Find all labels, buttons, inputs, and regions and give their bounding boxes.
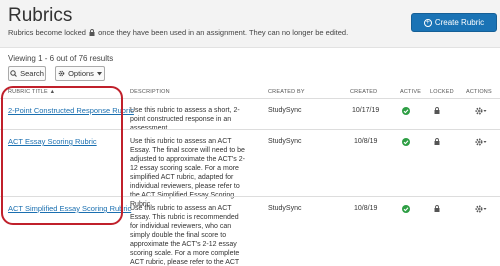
column-header-active: ACTIVE: [400, 89, 422, 95]
rubric-created-by: StudySync: [268, 205, 302, 212]
table-row: ACT Essay Scoring Rubric Use this rubric…: [0, 129, 500, 208]
rubric-created-date: 10/8/19: [354, 205, 378, 212]
gear-icon[interactable]: [475, 107, 487, 115]
search-button[interactable]: Search: [8, 66, 46, 81]
table-row: 2-Point Constructed Response Rubric Use …: [0, 98, 500, 132]
create-rubric-label: Create Rubric: [434, 18, 485, 27]
rubric-created-date: 10/8/19: [354, 138, 378, 145]
rubric-created-date: 10/17/19: [352, 107, 380, 114]
table-header: RUBRIC TITLE ▲ DESCRIPTION CREATED BY CR…: [0, 87, 500, 97]
column-title-label: RUBRIC TITLE: [8, 89, 48, 95]
check-circle-icon: [402, 138, 410, 146]
sort-up-icon: ▲: [49, 89, 56, 95]
rubric-description: Use this rubric to assess an ACT Essay. …: [130, 205, 240, 266]
column-header-created-by: CREATED BY: [268, 89, 305, 95]
lock-icon: [434, 138, 440, 145]
check-circle-icon: [402, 205, 410, 213]
options-button[interactable]: Options: [55, 66, 105, 81]
column-header-created: CREATED: [350, 89, 378, 95]
options-label: Options: [68, 69, 94, 78]
lock-icon: [434, 205, 440, 212]
rubric-title-link[interactable]: 2-Point Constructed Response Rubric: [8, 106, 134, 115]
table-row: ACT Simplified Essay Scoring Rubric Use …: [0, 196, 500, 266]
page-header: Rubrics Rubrics become locked once they …: [0, 0, 500, 48]
subtitle-text-after: once they have been used in an assignmen…: [98, 28, 349, 37]
rubric-title-link[interactable]: ACT Simplified Essay Scoring Rubric: [8, 204, 131, 213]
rubric-created-by: StudySync: [268, 107, 302, 114]
lock-icon: [434, 107, 440, 114]
lock-icon: [89, 29, 95, 36]
search-label: Search: [20, 69, 44, 78]
column-header-title[interactable]: RUBRIC TITLE ▲: [8, 89, 55, 95]
column-header-actions: ACTIONS: [466, 89, 492, 95]
rubric-created-by: StudySync: [268, 138, 302, 145]
search-icon: [10, 70, 17, 77]
column-header-locked: LOCKED: [430, 89, 454, 95]
check-circle-icon: [402, 107, 410, 115]
chevron-down-icon: [96, 71, 102, 75]
column-header-description: DESCRIPTION: [130, 89, 170, 95]
results-count: Viewing 1 - 6 out of 76 results: [8, 54, 114, 63]
gear-icon[interactable]: [475, 205, 487, 213]
plus-icon: +: [423, 18, 432, 27]
gear-icon[interactable]: [475, 138, 487, 146]
create-rubric-button[interactable]: + Create Rubric: [411, 13, 497, 32]
subtitle-text-before: Rubrics become locked: [8, 28, 86, 37]
gear-icon: [58, 70, 65, 77]
page-subtitle: Rubrics become locked once they have bee…: [8, 28, 348, 37]
page-title: Rubrics: [8, 5, 73, 26]
rubric-title-link[interactable]: ACT Essay Scoring Rubric: [8, 137, 97, 146]
